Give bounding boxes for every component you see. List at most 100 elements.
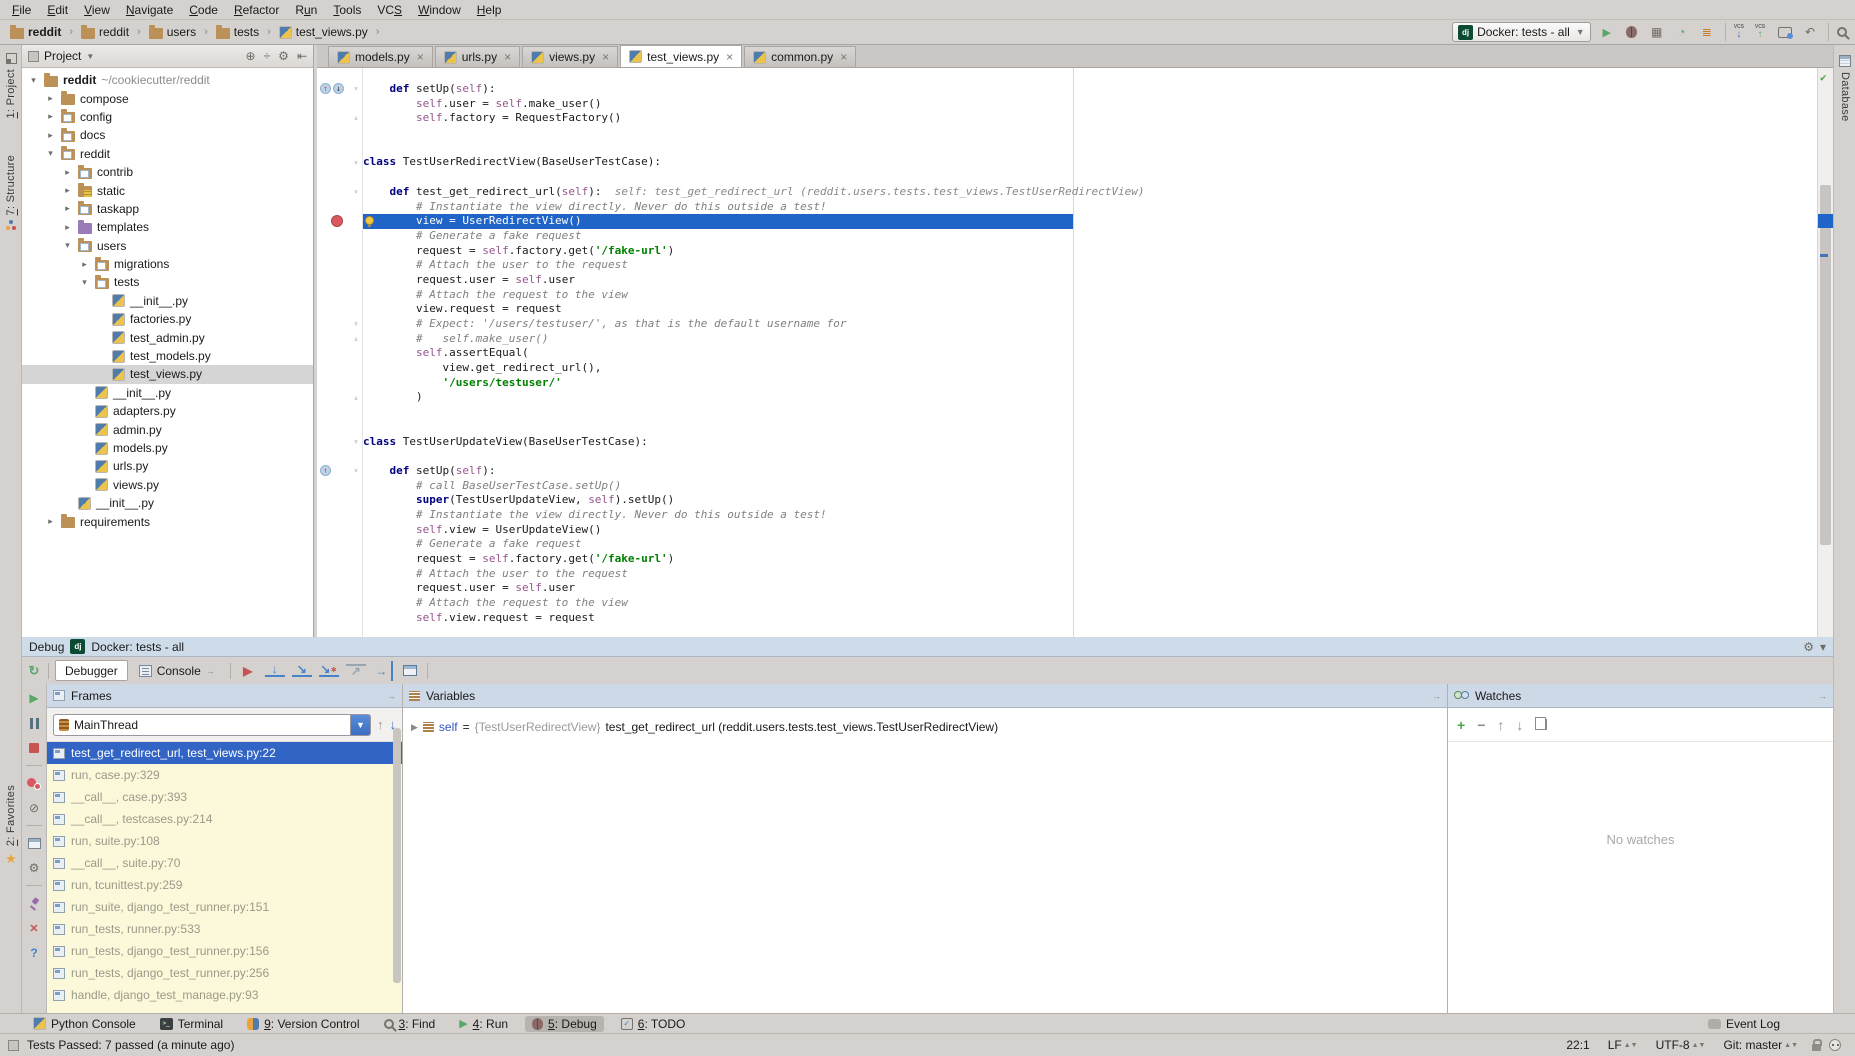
code-line[interactable]: def test_get_redirect_url(self): self: t… bbox=[363, 185, 1817, 200]
code-line[interactable]: super(TestUserUpdateView, self).setUp() bbox=[363, 493, 1817, 508]
tree-item[interactable]: test_admin.py bbox=[22, 328, 313, 346]
override-down-icon[interactable]: ↓ bbox=[333, 83, 344, 94]
code-line[interactable]: class TestUserRedirectView(BaseUserTestC… bbox=[363, 155, 1817, 170]
resume-button[interactable]: ▶ bbox=[26, 690, 42, 706]
menu-vcs[interactable]: VCS bbox=[369, 1, 410, 19]
toolwindow-button-event-log[interactable]: Event Log bbox=[1701, 1016, 1787, 1032]
frames-scrollbar[interactable] bbox=[393, 728, 401, 983]
gear-button[interactable]: ⚙ bbox=[278, 49, 289, 63]
toolwindow-button-6-todo[interactable]: ✓6: TODO bbox=[614, 1016, 693, 1032]
code-line[interactable] bbox=[363, 170, 1817, 185]
fold-marker[interactable]: ▿ bbox=[350, 82, 362, 97]
override-icons[interactable]: ↑↓ bbox=[320, 83, 344, 94]
tree-item[interactable]: ▸templates bbox=[22, 218, 313, 236]
chevron-down-icon[interactable]: ▼ bbox=[350, 714, 370, 736]
tab-common-py[interactable]: common.py× bbox=[744, 46, 856, 67]
code-line[interactable]: # Attach the request to the view bbox=[363, 596, 1817, 611]
frame-row[interactable]: __call__, case.py:393 bbox=[47, 786, 402, 808]
menu-navigate[interactable]: Navigate bbox=[118, 1, 181, 19]
fold-marker[interactable]: ▿ bbox=[350, 156, 362, 171]
code-line[interactable]: # Instantiate the view directly. Never d… bbox=[363, 200, 1817, 215]
restore-layout-button[interactable] bbox=[26, 835, 42, 851]
tree-expand-arrow[interactable]: ▾ bbox=[45, 148, 56, 159]
tree-item[interactable]: factories.py bbox=[22, 310, 313, 328]
tree-item[interactable]: ▸contrib bbox=[22, 163, 313, 181]
fold-marker[interactable]: ▿ bbox=[350, 464, 362, 479]
breadcrumb-item[interactable]: reddit bbox=[8, 24, 63, 40]
close-button[interactable]: ✕ bbox=[26, 920, 42, 936]
tree-item[interactable]: ▾reddit bbox=[22, 145, 313, 163]
thread-selector[interactable]: MainThread ▼ bbox=[53, 714, 371, 736]
frame-row[interactable]: __call__, testcases.py:214 bbox=[47, 808, 402, 830]
tree-item[interactable]: test_models.py bbox=[22, 347, 313, 365]
code-line[interactable]: def setUp(self): bbox=[363, 82, 1817, 97]
tree-item[interactable]: ▸compose bbox=[22, 89, 313, 107]
code-line[interactable]: self.assertEqual( bbox=[363, 346, 1817, 361]
tree-expand-arrow[interactable]: ▸ bbox=[45, 130, 56, 141]
tree-item[interactable]: __init__.py bbox=[22, 494, 313, 512]
tree-expand-arrow[interactable]: ▸ bbox=[62, 167, 73, 178]
code-line[interactable]: request = self.factory.get('/fake-url') bbox=[363, 552, 1817, 567]
editor-gutter[interactable]: ▿▵▿▿▿▵▵▿▿↑↓↑ bbox=[317, 68, 363, 637]
tree-item[interactable]: ▸static bbox=[22, 181, 313, 199]
breadcrumb-item[interactable]: reddit bbox=[79, 24, 131, 40]
scrollbar-thumb[interactable] bbox=[1820, 185, 1831, 545]
tree-item[interactable]: admin.py bbox=[22, 420, 313, 438]
toolwindow-button-python-console[interactable]: Python Console bbox=[26, 1016, 143, 1032]
rollback-button[interactable]: ↶ bbox=[1801, 23, 1819, 41]
pin-tab-button[interactable] bbox=[26, 895, 42, 911]
tree-item[interactable]: __init__.py bbox=[22, 292, 313, 310]
tree-item[interactable]: ▾users bbox=[22, 237, 313, 255]
evaluate-expression-button[interactable] bbox=[400, 661, 420, 681]
float-panel-icon[interactable]: → bbox=[1432, 691, 1441, 701]
breadcrumb-item[interactable]: users bbox=[147, 24, 198, 40]
code-line[interactable]: view = UserRedirectView() bbox=[363, 214, 1817, 229]
frame-row[interactable]: handle, django_test_manage.py:93 bbox=[47, 984, 402, 1006]
code-line[interactable] bbox=[363, 405, 1817, 420]
code-line[interactable]: # Attach the request to the view bbox=[363, 288, 1817, 303]
tree-item[interactable]: ▾tests bbox=[22, 273, 313, 291]
frame-row[interactable]: test_get_redirect_url, test_views.py:22 bbox=[47, 742, 402, 764]
sidebar-item-favorites[interactable]: 2: Favorites ★ bbox=[0, 785, 22, 867]
debug-tab-console[interactable]: Console→ bbox=[130, 660, 224, 681]
code-line[interactable]: request = self.factory.get('/fake-url') bbox=[363, 244, 1817, 259]
tree-item[interactable]: adapters.py bbox=[22, 402, 313, 420]
previous-frame-button[interactable]: ↑ bbox=[377, 717, 384, 732]
tree-item[interactable]: ▸docs bbox=[22, 126, 313, 144]
tree-expand-arrow[interactable]: ▸ bbox=[45, 111, 56, 122]
tree-expand-arrow[interactable]: ▸ bbox=[45, 93, 56, 104]
toolwindow-switcher-icon[interactable] bbox=[8, 1040, 19, 1051]
menu-code[interactable]: Code bbox=[181, 1, 226, 19]
code-line[interactable]: view.request = request bbox=[363, 302, 1817, 317]
step-into-button[interactable]: ↘ bbox=[292, 664, 312, 677]
tree-item[interactable]: ▸requirements bbox=[22, 512, 313, 530]
show-execution-point-button[interactable]: ▶ bbox=[238, 661, 258, 681]
close-icon[interactable]: × bbox=[602, 50, 609, 64]
code-line[interactable] bbox=[363, 420, 1817, 435]
step-over-button[interactable]: ↓ bbox=[265, 664, 285, 677]
tree-expand-arrow[interactable]: ▾ bbox=[62, 240, 73, 251]
frame-row[interactable]: run, tcunittest.py:259 bbox=[47, 874, 402, 896]
tree-item[interactable]: urls.py bbox=[22, 457, 313, 475]
code-line[interactable]: # Generate a fake request bbox=[363, 229, 1817, 244]
code-line[interactable]: # Generate a fake request bbox=[363, 537, 1817, 552]
search-everywhere-button[interactable] bbox=[1828, 23, 1847, 41]
debug-tab-debugger[interactable]: Debugger bbox=[55, 660, 128, 681]
menu-refactor[interactable]: Refactor bbox=[226, 1, 287, 19]
close-icon[interactable]: × bbox=[726, 50, 733, 64]
help-button[interactable]: ? bbox=[26, 945, 42, 961]
fold-marker[interactable]: ▿ bbox=[350, 317, 362, 332]
code-line[interactable]: # call BaseUserTestCase.setUp() bbox=[363, 479, 1817, 494]
code-line[interactable] bbox=[363, 126, 1817, 141]
frame-row[interactable]: __call__, suite.py:70 bbox=[47, 852, 402, 874]
code-line[interactable]: def setUp(self): bbox=[363, 464, 1817, 479]
menu-run[interactable]: Run bbox=[287, 1, 325, 19]
hide-toolwindow-icon[interactable]: ▾ bbox=[1820, 640, 1826, 654]
frame-row[interactable]: run, case.py:329 bbox=[47, 764, 402, 786]
fold-marker[interactable]: ▿ bbox=[350, 185, 362, 200]
stop-button[interactable] bbox=[26, 740, 42, 756]
run-configuration-select[interactable]: dj Docker: tests - all ▼ bbox=[1452, 22, 1591, 42]
rerun-button[interactable]: ↻ bbox=[26, 663, 42, 679]
code-line[interactable]: # Expect: '/users/testuser/', as that is… bbox=[363, 317, 1817, 332]
code-line[interactable]: class TestUserUpdateView(BaseUserTestCas… bbox=[363, 435, 1817, 450]
